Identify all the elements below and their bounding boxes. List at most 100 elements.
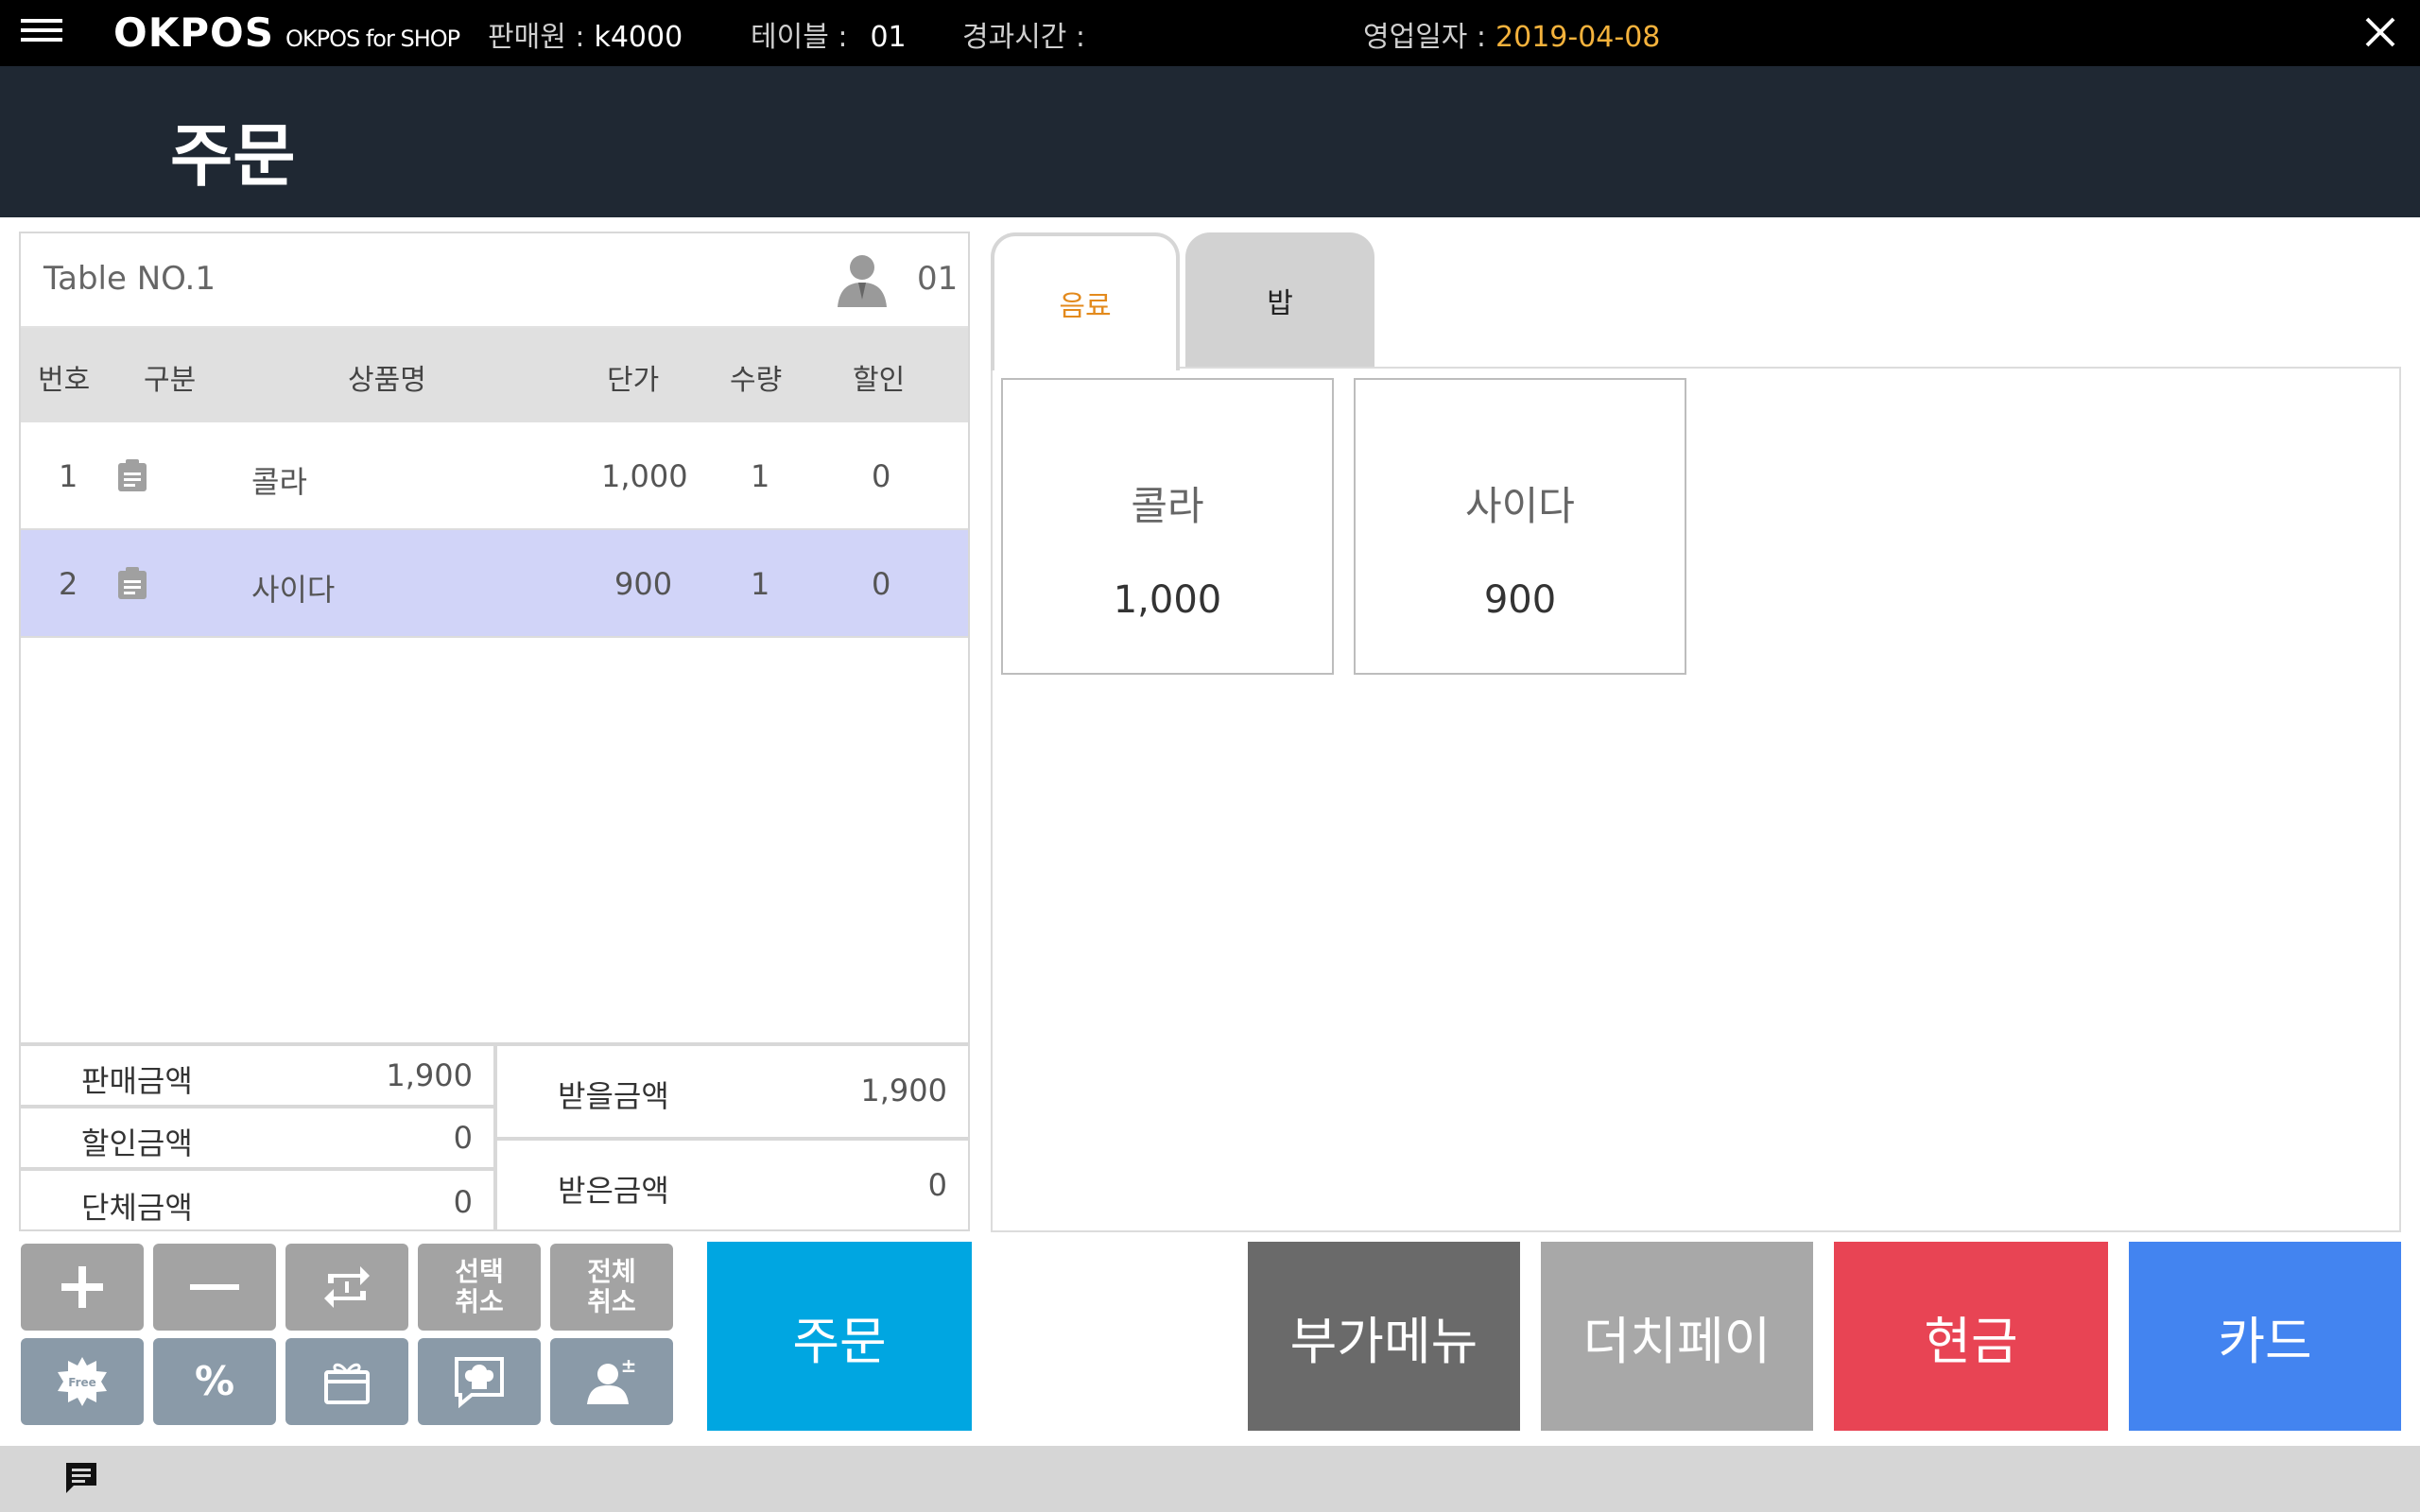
business-date-label: 영업일자 : <box>1363 21 1487 54</box>
sale-amount-label: 판매금액 <box>81 1063 193 1099</box>
amount-summary: 판매금액 1,900 할인금액 0 단체금액 0 받을금액 1,900 받은금액… <box>19 1044 970 1231</box>
tab-beverage[interactable]: 음료 <box>991 232 1180 370</box>
group-amount-label: 단체금액 <box>81 1190 193 1226</box>
receivable-amount-label: 받을금액 <box>558 1078 669 1114</box>
row-qty: 1 <box>751 566 770 602</box>
minus-button[interactable] <box>153 1244 276 1331</box>
all-cancel-label: 전체 취소 <box>587 1256 636 1317</box>
menu-item-name: 사이다 <box>1465 483 1575 529</box>
title-bar: 주문 <box>0 66 2420 217</box>
row-discount: 0 <box>872 566 891 602</box>
svg-text:Free: Free <box>68 1376 96 1389</box>
kitchen-message-button[interactable] <box>418 1338 541 1425</box>
row-price: 1,000 <box>601 458 688 494</box>
order-button[interactable]: 주문 <box>707 1242 972 1431</box>
menu-item-name: 콜라 <box>1131 483 1204 529</box>
seller-value: k4000 <box>594 21 683 54</box>
all-cancel-button[interactable]: 전체 취소 <box>550 1244 673 1331</box>
chat-icon[interactable] <box>62 1459 100 1497</box>
menu-item-price: 900 <box>1483 578 1557 622</box>
received-amount: 받은금액 0 <box>495 1139 970 1231</box>
seller-info: 판매원 : k4000 <box>488 13 683 55</box>
hamburger-menu-icon[interactable] <box>21 19 62 43</box>
order-row[interactable]: 1 콜라 1,000 1 0 <box>21 422 968 530</box>
order-row-selected[interactable]: 2 사이다 900 1 0 <box>21 530 968 638</box>
percent-button[interactable]: % <box>153 1338 276 1425</box>
order-column-header: 번호 구분 상품명 단가 수량 할인 <box>21 328 968 422</box>
plus-button[interactable] <box>21 1244 144 1331</box>
clipboard-icon <box>118 567 147 599</box>
group-amount: 단체금액 0 <box>19 1169 495 1231</box>
group-amount-value: 0 <box>453 1184 473 1220</box>
logo-text: OKPOS <box>113 9 274 56</box>
col-price: 단가 <box>607 364 660 397</box>
percent-icon: % <box>195 1358 234 1404</box>
sale-amount-value: 1,900 <box>386 1057 473 1093</box>
table-label: 테이블 : <box>751 21 848 54</box>
guest-person-icon[interactable] <box>834 250 890 309</box>
clipboard-icon <box>118 459 147 491</box>
customer-add-button[interactable]: ± <box>550 1338 673 1425</box>
logo-subtext: OKPOS for SHOP <box>285 26 460 52</box>
order-list-panel: Table NO.1 01 번호 구분 상품명 단가 수량 할인 1 콜라 1,… <box>19 232 970 1044</box>
sale-amount: 판매금액 1,900 <box>19 1044 495 1107</box>
table-header: Table NO.1 01 <box>21 233 968 328</box>
chef-message-icon <box>455 1357 504 1409</box>
seller-label: 판매원 : <box>488 21 585 54</box>
top-bar: OKPOS OKPOS for SHOP 판매원 : k4000 테이블 :01 … <box>0 0 2420 66</box>
select-cancel-button[interactable]: 선택 취소 <box>418 1244 541 1331</box>
row-no: 2 <box>59 566 78 602</box>
swap-button[interactable] <box>285 1244 408 1331</box>
row-price: 900 <box>614 566 673 602</box>
row-discount: 0 <box>872 458 891 494</box>
col-type: 구분 <box>144 364 197 397</box>
svg-text:±: ± <box>621 1354 637 1377</box>
extra-menu-button[interactable]: 부가메뉴 <box>1248 1242 1520 1431</box>
discount-amount-value: 0 <box>453 1120 473 1156</box>
menu-item-price: 1,000 <box>1113 578 1222 622</box>
cash-button[interactable]: 현금 <box>1834 1242 2108 1431</box>
minus-icon <box>190 1284 239 1290</box>
elapsed-label: 경과시간 : <box>962 21 1086 54</box>
row-name: 사이다 <box>251 572 336 608</box>
free-button[interactable]: Free <box>21 1338 144 1425</box>
table-value: 01 <box>870 21 907 54</box>
svg-text:%: % <box>195 1358 234 1404</box>
gift-card-button[interactable] <box>285 1338 408 1425</box>
received-amount-label: 받은금액 <box>558 1173 669 1209</box>
page-title: 주문 <box>170 116 296 196</box>
receivable-amount: 받을금액 1,900 <box>495 1044 970 1139</box>
col-discount: 할인 <box>853 364 906 397</box>
swap-icon <box>324 1266 370 1308</box>
business-date-value: 2019-04-08 <box>1495 21 1661 54</box>
col-qty: 수량 <box>730 364 783 397</box>
free-badge-icon: Free <box>58 1357 107 1406</box>
discount-amount: 할인금액 0 <box>19 1107 495 1169</box>
table-name: Table NO.1 <box>43 260 216 298</box>
col-no: 번호 <box>38 364 91 397</box>
receivable-amount-value: 1,900 <box>860 1073 947 1108</box>
row-name: 콜라 <box>251 464 307 500</box>
select-cancel-label: 선택 취소 <box>455 1256 504 1317</box>
tab-rice[interactable]: 밥 <box>1185 232 1374 369</box>
discount-amount-label: 할인금액 <box>81 1125 193 1161</box>
menu-item-cola[interactable]: 콜라 1,000 <box>1001 378 1334 675</box>
plus-icon <box>61 1266 103 1308</box>
close-icon[interactable] <box>2361 13 2399 51</box>
col-product: 상품명 <box>348 364 426 397</box>
guest-count: 01 <box>917 260 959 298</box>
gift-card-icon <box>324 1363 370 1404</box>
row-no: 1 <box>59 458 78 494</box>
card-button[interactable]: 카드 <box>2129 1242 2401 1431</box>
row-qty: 1 <box>751 458 770 494</box>
table-info: 테이블 : 01 <box>751 13 907 55</box>
customer-add-icon: ± <box>587 1354 637 1404</box>
business-date: 영업일자 :2019-04-08 <box>1363 13 1660 55</box>
pos-screen: OKPOS OKPOS for SHOP 판매원 : k4000 테이블 :01 … <box>0 0 2420 1512</box>
okpos-logo: OKPOS OKPOS for SHOP <box>113 9 460 57</box>
dutch-pay-button[interactable]: 더치페이 <box>1541 1242 1813 1431</box>
bottom-bar <box>0 1446 2420 1512</box>
received-amount-value: 0 <box>927 1167 947 1203</box>
menu-item-cider[interactable]: 사이다 900 <box>1354 378 1686 675</box>
elapsed-time: 경과시간 : <box>962 13 1085 55</box>
